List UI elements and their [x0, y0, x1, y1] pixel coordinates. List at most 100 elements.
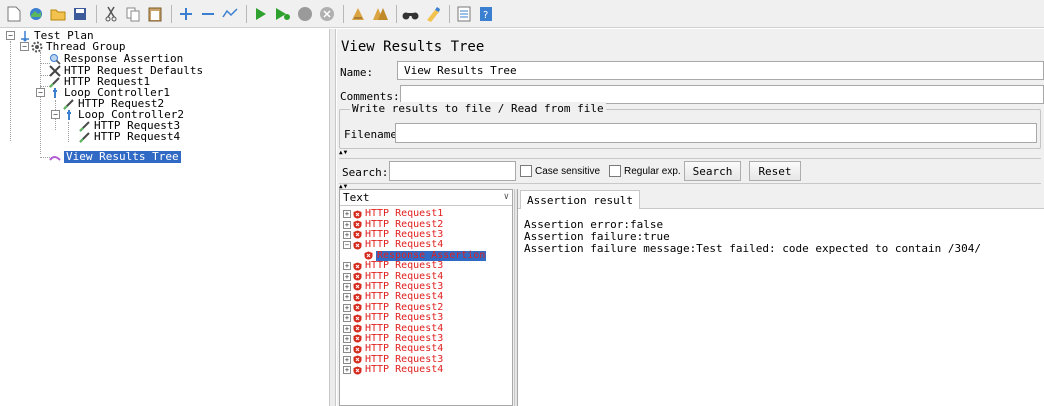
- paste-icon[interactable]: [145, 4, 165, 24]
- toolbar-separator: [96, 4, 97, 23]
- expand-toggle-icon[interactable]: +: [343, 303, 351, 312]
- collapse-handle[interactable]: ▲▼: [337, 149, 1044, 157]
- expand-toggle-icon[interactable]: +: [343, 293, 351, 302]
- controller-icon: [48, 87, 62, 99]
- copy-icon[interactable]: [123, 4, 143, 24]
- name-field-value: View Results Tree: [404, 64, 517, 77]
- open-icon[interactable]: [48, 4, 68, 24]
- tree-guide: [40, 52, 41, 154]
- stop-icon[interactable]: [295, 4, 315, 24]
- reset-search-icon[interactable]: [423, 4, 443, 24]
- collapse-icon[interactable]: [198, 4, 218, 24]
- regular-exp-label: Regular exp.: [624, 166, 681, 177]
- collapse-toggle-icon[interactable]: −: [343, 241, 351, 250]
- svg-text:?: ?: [483, 10, 488, 21]
- tree-node-view-results-tree[interactable]: View Results Tree: [48, 151, 181, 163]
- renderer-select-value: Text: [343, 191, 370, 204]
- start-icon[interactable]: [251, 4, 271, 24]
- clear-icon[interactable]: [348, 4, 368, 24]
- expand-toggle[interactable]: −: [6, 31, 15, 40]
- clear-all-icon[interactable]: [370, 4, 390, 24]
- toolbar-separator: [171, 4, 172, 23]
- collapse-arrows-icon: ▲▼: [339, 149, 349, 156]
- expand-toggle-icon[interactable]: +: [343, 324, 351, 333]
- start-no-pause-icon[interactable]: [273, 4, 293, 24]
- expand-toggle-icon[interactable]: +: [343, 262, 351, 271]
- expand-toggle-icon[interactable]: +: [343, 334, 351, 343]
- tree-guide: [68, 122, 69, 142]
- error-shield-icon: [353, 241, 362, 250]
- file-group-label: Write results to file / Read from file: [350, 102, 606, 115]
- search-input[interactable]: [389, 161, 516, 181]
- error-shield-icon: [353, 272, 362, 281]
- error-shield-icon: [353, 314, 362, 323]
- error-shield-icon: [353, 355, 362, 364]
- filename-field[interactable]: [395, 123, 1037, 143]
- tab-assertion-result[interactable]: Assertion result: [520, 190, 640, 209]
- expand-toggle-icon[interactable]: +: [343, 220, 351, 229]
- result-row[interactable]: + HTTP Request3: [343, 261, 443, 271]
- expand-toggle-icon[interactable]: +: [343, 282, 351, 291]
- shutdown-icon[interactable]: [317, 4, 337, 24]
- toolbar-separator: [246, 4, 247, 23]
- listener-icon: [48, 151, 62, 163]
- new-icon[interactable]: [4, 4, 24, 24]
- search-button[interactable]: Search: [684, 161, 741, 181]
- pipette-icon: [78, 131, 92, 143]
- save-icon[interactable]: [70, 4, 90, 24]
- expand-icon[interactable]: [176, 4, 196, 24]
- expand-toggle-icon[interactable]: +: [343, 230, 351, 239]
- error-shield-icon: [353, 366, 362, 375]
- error-shield-icon: [353, 293, 362, 302]
- error-shield-icon: [364, 251, 373, 260]
- renderer-select[interactable]: Text ∨: [340, 190, 512, 206]
- view-results-tree-panel: View Results Tree Name: View Results Tre…: [337, 29, 1044, 406]
- help-icon[interactable]: ?: [476, 4, 496, 24]
- file-groupbox: Write results to file / Read from file F…: [339, 102, 1041, 149]
- expand-toggle-icon[interactable]: +: [343, 345, 351, 354]
- search-icon[interactable]: [401, 4, 421, 24]
- expand-toggle[interactable]: −: [36, 88, 45, 97]
- expand-toggle[interactable]: −: [51, 110, 60, 119]
- name-field[interactable]: View Results Tree: [397, 61, 1044, 80]
- tree-node-label: View Results Tree: [64, 150, 181, 163]
- result-row-label: HTTP Request4: [365, 239, 444, 251]
- regular-exp-checkbox[interactable]: [609, 165, 621, 177]
- chevron-down-icon: ∨: [503, 192, 509, 202]
- result-row-label: HTTP Request4: [365, 364, 444, 376]
- result-row[interactable]: + HTTP Request1: [343, 209, 443, 219]
- error-shield-icon: [353, 334, 362, 343]
- main-splitter[interactable]: [330, 29, 336, 406]
- expand-toggle-icon[interactable]: +: [343, 210, 351, 219]
- cut-icon[interactable]: [101, 4, 121, 24]
- function-helper-icon[interactable]: [454, 4, 474, 24]
- templates-icon[interactable]: [26, 4, 46, 24]
- error-shield-icon: [353, 262, 362, 271]
- result-tabs: Assertion result: [518, 189, 1044, 209]
- reset-button[interactable]: Reset: [749, 161, 801, 181]
- case-sensitive-checkbox[interactable]: [520, 165, 532, 177]
- result-row-label: HTTP Request4: [365, 291, 444, 303]
- test-plan-tree: − Test Plan − Thread Group Response Asse…: [0, 29, 330, 406]
- expand-toggle[interactable]: −: [20, 42, 29, 51]
- filename-label: Filename: [344, 128, 397, 141]
- error-shield-icon: [353, 324, 362, 333]
- assertion-message-line: Assertion failure message:Test failed: c…: [524, 242, 981, 255]
- error-shield-icon: [353, 210, 362, 219]
- expand-toggle-icon[interactable]: +: [343, 366, 351, 375]
- toggle-icon[interactable]: [220, 4, 240, 24]
- toolbar-separator: [396, 4, 397, 23]
- expand-toggle-icon[interactable]: +: [343, 355, 351, 364]
- result-row-label: HTTP Request3: [365, 260, 444, 272]
- main-toolbar: ?: [0, 0, 1044, 28]
- case-sensitive-label: Case sensitive: [535, 166, 601, 177]
- expand-toggle-icon[interactable]: +: [343, 314, 351, 323]
- result-row[interactable]: + HTTP Request4: [343, 365, 443, 375]
- error-shield-icon: [353, 220, 362, 229]
- page-title: View Results Tree: [341, 39, 485, 55]
- tree-node-http-request4[interactable]: HTTP Request4: [78, 131, 180, 143]
- expand-toggle-icon[interactable]: +: [343, 272, 351, 281]
- error-shield-icon: [353, 282, 362, 291]
- result-row[interactable]: + HTTP Request3: [343, 313, 443, 323]
- result-row-label: HTTP Request3: [365, 312, 444, 324]
